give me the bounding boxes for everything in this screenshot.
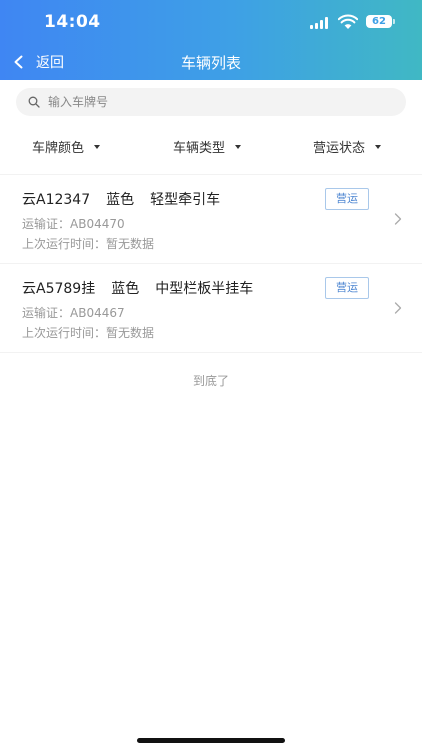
last-run-row: 上次运行时间：暂无数据 [22, 235, 154, 252]
vehicle-type: 轻型牵引车 [150, 192, 221, 208]
search-input[interactable] [48, 95, 388, 109]
status-time: 14:04 [44, 12, 101, 32]
cellular-signal-icon [310, 17, 330, 29]
filter-label: 营运状态 [313, 141, 366, 156]
vehicle-title: 云A12347 蓝色 轻型牵引车 [22, 189, 236, 209]
status-badge: 营运 [325, 277, 369, 299]
filter-vehicle-type[interactable]: 车辆类型 [173, 137, 242, 156]
permit-label: 运输证： [22, 217, 71, 231]
last-run-label: 上次运行时间： [22, 237, 107, 251]
last-run-label: 上次运行时间： [22, 326, 107, 340]
filter-label: 车牌颜色 [32, 141, 85, 156]
caret-down-icon [235, 144, 242, 149]
permit-value: AB04470 [70, 217, 125, 231]
status-badge: 营运 [325, 188, 369, 210]
battery-tip [393, 19, 395, 24]
last-run-value: 暂无数据 [106, 237, 155, 251]
vehicle-card[interactable]: 云A5789挂 蓝色 中型栏板半挂车 营运 运输证：AB04467 上次运行时间：暂… [0, 263, 422, 352]
permit-label: 运输证： [22, 306, 71, 320]
permit-row: 运输证：AB04467 [22, 304, 125, 321]
last-run-row: 上次运行时间：暂无数据 [22, 324, 154, 341]
filter-label: 车辆类型 [173, 141, 226, 156]
list-divider [0, 352, 422, 353]
app-header: 14:04 62 返回 车辆列表 [0, 0, 422, 80]
vehicle-title: 云A5789挂 蓝色 中型栏板半挂车 [22, 278, 269, 298]
nav-bar: 返回 车辆列表 [0, 44, 422, 80]
filter-operation-status[interactable]: 营运状态 [313, 137, 382, 156]
home-indicator[interactable] [137, 738, 285, 743]
battery-icon: 62 [366, 15, 392, 28]
filter-plate-color[interactable]: 车牌颜色 [32, 137, 101, 156]
search-bar[interactable] [16, 88, 406, 116]
page-title: 车辆列表 [180, 54, 241, 72]
permit-row: 运输证：AB04470 [22, 215, 125, 232]
vehicle-plate: 云A12347 [22, 192, 91, 208]
filter-bar: 车牌颜色 车辆类型 营运状态 [0, 128, 422, 166]
search-icon [28, 96, 40, 108]
wifi-icon [338, 14, 358, 29]
caret-down-icon [94, 144, 101, 149]
vehicle-color: 蓝色 [106, 192, 135, 208]
vehicle-plate: 云A5789挂 [22, 281, 96, 297]
permit-value: AB04467 [70, 306, 125, 320]
vehicle-color: 蓝色 [111, 281, 140, 297]
vehicle-type: 中型栏板半挂车 [155, 281, 254, 297]
last-run-value: 暂无数据 [106, 326, 155, 340]
caret-down-icon [375, 144, 382, 149]
list-end-text: 到底了 [192, 374, 229, 388]
chevron-right-icon [394, 302, 402, 314]
vehicle-card[interactable]: 云A12347 蓝色 轻型牵引车 营运 运输证：AB04470 上次运行时间：暂无数… [0, 174, 422, 263]
vehicle-list: 云A12347 蓝色 轻型牵引车 营运 运输证：AB04470 上次运行时间：暂无数… [0, 174, 422, 353]
chevron-right-icon [394, 213, 402, 225]
status-bar: 14:04 62 [0, 0, 422, 44]
